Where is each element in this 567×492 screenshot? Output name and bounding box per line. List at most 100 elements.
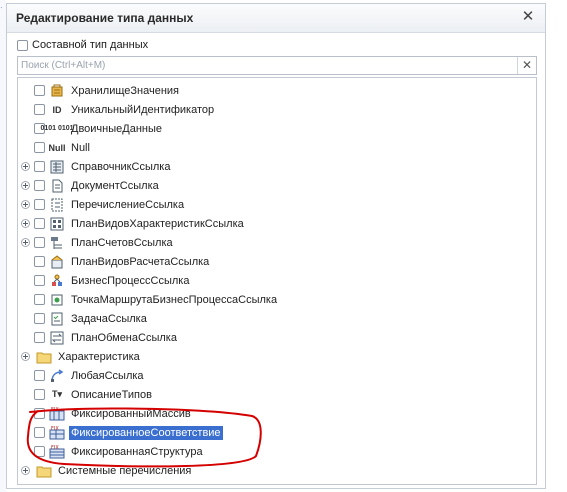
expand-icon[interactable] [18, 162, 32, 171]
type-label: ПланСчетовСсылка [71, 236, 173, 249]
type-label: ФиксированноеСоответствие [69, 425, 223, 440]
type-list-item[interactable]: ПланОбменаСсылка [18, 328, 179, 347]
type-checkbox[interactable] [34, 142, 45, 153]
type-checkbox[interactable] [34, 313, 45, 324]
type-list-item[interactable]: ПланСчетовСсылка [18, 233, 175, 252]
type-list-item[interactable]: 0101 0101 ДвоичныеДанные [18, 119, 164, 138]
clear-search-icon[interactable]: ✕ [517, 57, 536, 74]
type-checkbox[interactable] [34, 218, 45, 229]
chart-of-accounts-icon [49, 235, 65, 251]
type-checkbox[interactable] [34, 294, 45, 305]
folder-icon [36, 463, 52, 479]
type-label: ТочкаМаршрутаБизнесПроцессаСсылка [71, 293, 278, 306]
type-label: СправочникСсылка [71, 160, 171, 173]
type-list-item[interactable]: Системные перечисления [18, 461, 193, 480]
type-list-item[interactable]: ЗадачаСсылка [18, 309, 149, 328]
type-checkbox[interactable] [34, 161, 45, 172]
composite-type-checkbox[interactable] [17, 39, 28, 51]
type-list-item[interactable]: ПланВидовХарактеристикСсылка [18, 214, 246, 233]
type-checkbox[interactable] [34, 389, 45, 400]
folder-icon [36, 349, 52, 365]
type-list[interactable]: ХранилищеЗначения ID УникальныйИдентификат… [17, 77, 537, 485]
type-label: ФиксированнаяСтруктура [71, 445, 203, 458]
exchange-plan-icon [49, 330, 65, 346]
type-checkbox[interactable] [34, 104, 45, 115]
expand-icon[interactable] [18, 352, 32, 361]
expand-icon[interactable] [18, 181, 32, 190]
binary-icon: 0101 0101 [40, 121, 73, 137]
type-list-item[interactable]: FIX ФиксированнаяСтруктура [18, 442, 205, 461]
expand-icon[interactable] [18, 238, 32, 247]
dialog-title: Редактирование типа данных [16, 11, 194, 25]
type-list-item[interactable]: T▾ ОписаниеТипов [18, 385, 154, 404]
business-process-icon [49, 273, 65, 289]
type-list-item[interactable]: Характеристика [18, 347, 142, 366]
type-checkbox[interactable] [34, 256, 45, 267]
fixed-structure-icon: FIX [49, 444, 65, 460]
search-input[interactable] [21, 58, 501, 73]
right-margin [546, 3, 567, 489]
type-list-item[interactable]: ID УникальныйИдентификатор [18, 100, 216, 119]
type-label: Характеристика [58, 350, 140, 363]
type-checkbox[interactable] [34, 370, 45, 381]
type-label: ОписаниеТипов [71, 388, 152, 401]
expand-icon[interactable] [18, 466, 32, 475]
type-label: Системные перечисления [58, 464, 192, 477]
type-label: УникальныйИдентификатор [71, 103, 215, 116]
close-icon[interactable]: ✕ [519, 8, 537, 26]
type-list-item[interactable]: ХранилищеЗначения [18, 81, 181, 100]
type-checkbox[interactable] [34, 237, 45, 248]
catalog-icon [49, 159, 65, 175]
route-point-icon [49, 292, 65, 308]
search-box: ✕ [17, 56, 537, 75]
storage-icon [49, 83, 65, 99]
fixed-array-icon: FIX [49, 406, 65, 422]
type-checkbox[interactable] [34, 332, 45, 343]
edit-data-type-dialog: Редактирование типа данных ✕ Составной т… [6, 3, 546, 489]
type-label: ПланОбменаСсылка [71, 331, 177, 344]
type-list-item[interactable]: Null Null [18, 138, 92, 157]
type-checkbox[interactable] [34, 85, 45, 96]
type-list-item[interactable]: FIX ФиксированноеСоответствие [18, 423, 223, 442]
chart-of-characteristics-icon [49, 216, 65, 232]
type-label: ХранилищеЗначения [71, 84, 180, 97]
composite-type-option[interactable]: Составной тип данных [17, 37, 148, 53]
type-list-item[interactable]: ПеречислениеСсылка [18, 195, 186, 214]
task-icon [49, 311, 65, 327]
fixed-map-icon: FIX [49, 425, 65, 441]
type-list-item[interactable]: БизнесПроцессСсылка [18, 271, 191, 290]
type-list-item[interactable]: ПланВидовРасчетаСсылка [18, 252, 211, 271]
type-list-item[interactable]: ТочкаМаршрутаБизнесПроцессаСсылка [18, 290, 279, 309]
svg-text:FIX: FIX [51, 445, 59, 451]
title-bar: Редактирование типа данных ✕ [7, 4, 545, 33]
type-checkbox[interactable] [34, 180, 45, 191]
type-checkbox[interactable] [34, 275, 45, 286]
icon-glyph: Null [48, 142, 66, 153]
type-label: ДвоичныеДанные [71, 122, 163, 135]
document-icon [49, 178, 65, 194]
calculation-types-icon [49, 254, 65, 270]
type-checkbox[interactable] [34, 408, 45, 419]
enum-icon [49, 197, 65, 213]
type-description-icon: T▾ [49, 387, 65, 403]
composite-type-label: Составной тип данных [32, 39, 149, 51]
icon-glyph: ID [52, 104, 62, 115]
expand-icon[interactable] [18, 200, 32, 209]
id-icon: ID [49, 102, 65, 118]
type-list-item[interactable]: FIX ФиксированныйМассив [18, 404, 193, 423]
svg-text:FIX: FIX [51, 426, 59, 432]
type-checkbox[interactable] [34, 446, 45, 457]
any-ref-icon [49, 368, 65, 384]
type-checkbox[interactable] [34, 199, 45, 210]
type-label: Null [71, 141, 90, 154]
type-label: ПланВидовРасчетаСсылка [71, 255, 210, 268]
type-list-item[interactable]: ЛюбаяСсылка [18, 366, 146, 385]
background-mark: · [0, 3, 3, 12]
expand-icon[interactable] [18, 219, 32, 228]
type-label: ПланВидовХарактеристикСсылка [71, 217, 244, 230]
type-list-item[interactable]: СправочникСсылка [18, 157, 172, 176]
type-label: ЗадачаСсылка [71, 312, 147, 325]
type-list-item[interactable]: ДокументСсылка [18, 176, 161, 195]
type-checkbox[interactable] [34, 427, 45, 438]
type-label: ЛюбаяСсылка [71, 369, 144, 382]
